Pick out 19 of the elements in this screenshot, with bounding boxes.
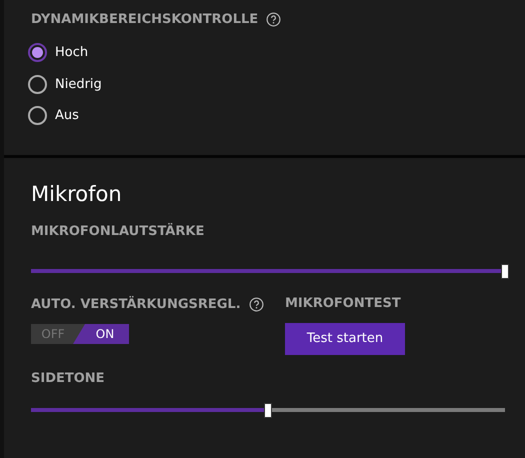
slider[interactable] [31,402,505,418]
slider-thumb[interactable] [264,402,272,418]
radio-button[interactable] [28,43,47,62]
field-label: AUTO. VERSTÄRKUNGSREGL. [31,298,241,311]
help-icon[interactable] [266,12,282,27]
field-label: SIDETONE [31,372,106,385]
radio-option[interactable]: Aus [28,106,525,126]
field-label: MIKROFONLAUTSTÄRKE [31,225,206,238]
toggle-switch[interactable]: OFF ON [31,324,129,344]
section-heading: DYNAMIKBEREICHSKONTROLLE [31,13,258,26]
test-button[interactable]: Test starten [285,323,405,355]
radio-option[interactable]: Niedrig [28,74,525,94]
radio-button[interactable] [28,74,47,94]
radio-button[interactable] [28,106,47,126]
help-icon[interactable] [248,297,264,312]
field-label: MIKROFONTEST [285,297,402,310]
section-title: Mikrofon [31,184,123,205]
radio-option[interactable]: Hoch [28,43,525,62]
slider-thumb[interactable] [501,264,509,278]
